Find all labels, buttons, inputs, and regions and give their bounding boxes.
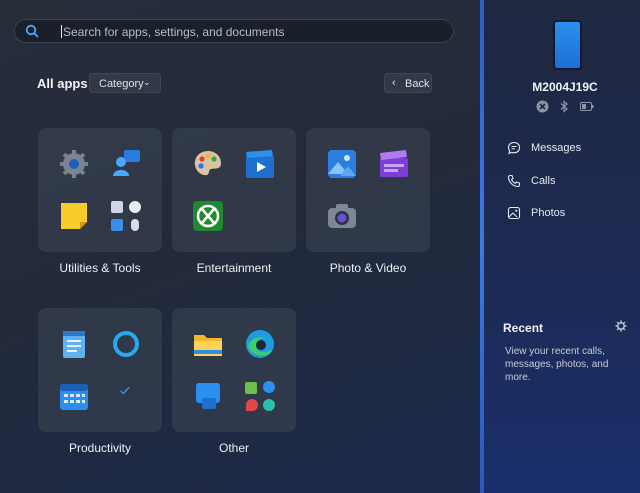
settings-gear-icon[interactable] xyxy=(615,320,627,332)
image-icon xyxy=(507,206,521,220)
group-label-photo-video: Photo & Video xyxy=(329,261,407,275)
category-dropdown[interactable]: Category ⌄ xyxy=(89,73,161,93)
phone-link-icon xyxy=(263,399,275,411)
mouse-keys-icon xyxy=(131,219,139,231)
sticky-notes-icon xyxy=(61,203,87,229)
file-explorer-icon xyxy=(194,335,222,356)
search-placeholder[interactable]: Search for apps, settings, and documents xyxy=(63,25,284,39)
video-editor-icon xyxy=(246,150,274,178)
windows-app-icon xyxy=(196,383,220,409)
group-label-productivity: Productivity xyxy=(68,441,132,455)
edge-browser-icon xyxy=(246,330,274,358)
group-label-entertainment: Entertainment xyxy=(196,261,272,275)
search-box[interactable]: Search for apps, settings, and documents xyxy=(14,19,454,43)
group-tile-photo-video[interactable] xyxy=(306,128,430,252)
paint-palette-icon xyxy=(194,151,221,176)
text-caret xyxy=(61,25,62,38)
notepad-icon xyxy=(63,331,85,358)
group-tile-utilities-tools[interactable] xyxy=(38,128,162,252)
group-label-other: Other xyxy=(218,441,249,455)
phone-link-users-icon xyxy=(113,150,140,176)
chevron-left-icon: ‹ xyxy=(392,77,396,89)
phone-companion-panel xyxy=(484,0,640,493)
start-menu-panel: Search for apps, settings, and documents… xyxy=(0,0,480,493)
maps-pin-icon xyxy=(246,399,258,411)
phone-call-icon xyxy=(507,174,521,188)
photos-icon xyxy=(328,150,356,178)
recent-description: View your recent calls, messages, photos… xyxy=(505,346,609,383)
page-title: All apps xyxy=(37,76,88,91)
phone-device-icon xyxy=(553,20,582,70)
group-tile-entertainment[interactable] xyxy=(172,128,296,252)
back-button[interactable]: ‹ Back xyxy=(384,73,432,93)
settings-gear-icon xyxy=(60,150,88,178)
tips-bulb-icon xyxy=(263,381,275,393)
back-button-label: Back xyxy=(405,78,430,90)
category-dropdown-label: Category xyxy=(99,78,144,90)
calendar-icon xyxy=(60,384,88,410)
recent-section-title: Recent xyxy=(503,321,544,335)
group-tile-other[interactable] xyxy=(172,308,296,432)
clipchamp-icon xyxy=(380,150,408,177)
nav-item-photos-label: Photos xyxy=(531,207,566,219)
phone-model-name: M2004J19C xyxy=(532,80,598,94)
remote-desktop-icon xyxy=(111,219,123,231)
search-icon xyxy=(25,24,39,38)
nav-item-calls-label: Calls xyxy=(531,175,556,187)
group-tile-productivity[interactable] xyxy=(38,308,162,432)
nav-item-messages-label: Messages xyxy=(531,142,582,154)
battery-icon xyxy=(580,102,594,111)
todo-check-icon xyxy=(120,386,130,395)
cortana-icon xyxy=(113,331,139,357)
battery-meter-icon xyxy=(245,382,257,394)
camera-icon xyxy=(328,204,356,228)
other-mini-grid xyxy=(244,380,276,412)
bluetooth-icon xyxy=(560,100,568,113)
chevron-down-icon: ⌄ xyxy=(143,77,151,87)
xbox-icon xyxy=(193,201,223,231)
disconnected-status-icon xyxy=(536,100,549,113)
task-manager-icon xyxy=(111,201,123,213)
message-icon xyxy=(507,141,521,155)
utilities-mini-grid xyxy=(110,200,142,232)
group-label-utilities-tools: Utilities & Tools xyxy=(59,261,141,275)
clock-icon xyxy=(129,201,141,213)
